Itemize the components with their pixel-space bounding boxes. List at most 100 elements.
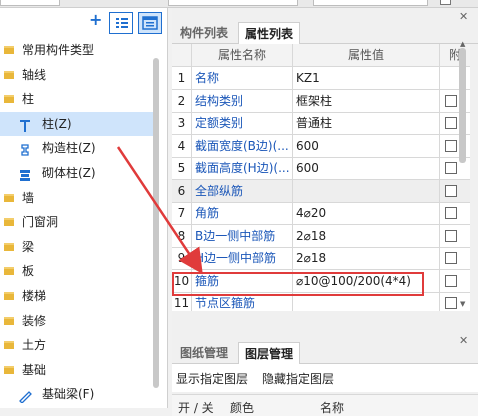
attach-checkbox[interactable] [445, 184, 457, 197]
property-value[interactable]: KZ1 [293, 67, 440, 90]
property-value[interactable]: 600 [293, 157, 440, 180]
table-row[interactable]: 8 B边一侧中部筋 2⌀18 [172, 224, 470, 248]
tree-item-label: 柱 [22, 92, 35, 107]
row-index: 4 [172, 134, 192, 158]
tree-item[interactable]: 门窗洞 [0, 210, 154, 234]
table-row[interactable]: 5 截面高度(H边)(... 600 [172, 157, 470, 180]
property-value[interactable]: 2⌀18 [293, 247, 440, 270]
row-index: 8 [172, 224, 192, 248]
extra-cell [440, 180, 470, 203]
tree-item[interactable]: 柱 [0, 87, 154, 111]
header-name: 属性名称 [192, 44, 293, 67]
row-index: 2 [172, 89, 192, 113]
folder-icon [4, 341, 14, 350]
top-field-3[interactable] [313, 0, 428, 6]
extra-cell [440, 270, 470, 293]
list-view-button[interactable] [109, 12, 133, 34]
detail-view-icon [142, 16, 158, 30]
tree-item[interactable]: 梁 [0, 235, 154, 259]
tree-item[interactable]: 土方 [0, 333, 154, 357]
row-index: 7 [172, 202, 192, 225]
tree-item-label: 柱(Z) [42, 116, 72, 131]
tab-property-list[interactable]: 属性列表 [238, 22, 301, 44]
property-name: 角筋 [192, 202, 293, 225]
top-checkbox[interactable] [440, 0, 451, 5]
attach-checkbox[interactable] [445, 139, 457, 152]
table-row[interactable]: 9 H边一侧中部筋 2⌀18 [172, 247, 470, 270]
show-layer-button[interactable]: 显示指定图层 [176, 370, 248, 387]
tree-item[interactable]: 基础 [0, 358, 154, 382]
tab-drawing-management[interactable]: 图纸管理 [174, 342, 234, 364]
row-index: 5 [172, 157, 192, 180]
property-value[interactable] [293, 179, 440, 203]
hide-layer-button[interactable]: 隐藏指定图层 [262, 370, 334, 387]
tree-item-label: 墙 [22, 190, 35, 205]
row-index: 6 [172, 179, 192, 203]
tab-component-list[interactable]: 构件列表 [174, 22, 234, 44]
grid-header: 属性名称 属性值 附 [172, 44, 470, 67]
tree-item[interactable]: 常用构件类型 [0, 38, 154, 62]
tree-item[interactable]: 楼梯 [0, 284, 154, 308]
attach-checkbox[interactable] [445, 207, 457, 219]
row-index: 9 [172, 247, 192, 270]
attach-checkbox[interactable] [445, 297, 457, 309]
attach-checkbox[interactable] [445, 274, 457, 287]
attach-checkbox[interactable] [445, 252, 457, 264]
tree-scrollbar[interactable] [153, 58, 159, 388]
table-row[interactable]: 2 结构类别 框架柱 [172, 89, 470, 113]
attach-checkbox[interactable] [445, 117, 457, 129]
extra-cell [440, 225, 470, 248]
attach-checkbox[interactable] [445, 94, 457, 107]
property-value[interactable]: 600 [293, 134, 440, 158]
table-row[interactable]: 4 截面宽度(B边)(... 600 [172, 134, 470, 158]
attach-checkbox[interactable] [445, 229, 457, 242]
tree-item[interactable]: 轴线 [0, 63, 154, 87]
tree-item[interactable]: 板 [0, 259, 154, 283]
folder-icon [4, 70, 14, 79]
bottom-tabs: 图纸管理 图层管理 [172, 342, 478, 364]
tab-layer-management[interactable]: 图层管理 [238, 342, 301, 364]
tree-item-label: 轴线 [22, 67, 47, 82]
layer-actions: 显示指定图层 隐藏指定图层 [172, 364, 478, 392]
row-index: 3 [172, 112, 192, 135]
scroll-down-icon[interactable]: ▼ [460, 300, 465, 308]
top-field-1[interactable] [0, 0, 60, 6]
folder-icon [4, 267, 14, 276]
folder-icon [4, 193, 14, 202]
folder-icon [4, 95, 14, 104]
property-name: 定额类别 [192, 112, 293, 135]
property-value[interactable]: 4⌀20 [293, 202, 440, 225]
tree-item[interactable]: 柱(Z) [0, 111, 154, 136]
extra-cell [440, 202, 470, 225]
tree-item[interactable]: 基础梁(F) [0, 382, 154, 406]
tree-item[interactable]: 构造柱(Z) [0, 136, 154, 160]
property-value[interactable]: 框架柱 [293, 89, 440, 113]
top-field-2[interactable] [168, 0, 298, 6]
detail-view-button[interactable] [138, 12, 162, 34]
grid-scrollbar[interactable] [459, 48, 466, 163]
tree-item[interactable]: 墙 [0, 186, 154, 210]
property-name: 全部纵筋 [192, 179, 293, 203]
property-name: B边一侧中部筋 [192, 224, 293, 248]
table-row[interactable]: 3 定额类别 普通柱 [172, 112, 470, 135]
add-icon[interactable]: + [89, 12, 103, 28]
tree-item-label: 构造柱(Z) [42, 141, 96, 156]
property-name: H边一侧中部筋 [192, 247, 293, 270]
folder-icon [4, 46, 14, 54]
top-toolbar-strip [0, 0, 478, 8]
table-row[interactable]: 6 全部纵筋 [172, 179, 470, 203]
property-value[interactable]: 2⌀18 [293, 224, 440, 248]
attach-checkbox[interactable] [445, 162, 457, 174]
property-name: 截面宽度(B边)(... [192, 134, 293, 158]
tree-item[interactable]: 砌体柱(Z) [0, 161, 154, 185]
property-grid: 属性名称 属性值 附 1 名称 KZ1 2 结构类别 框架柱 3 定额类别 普通柱 4 截面宽度(B… [172, 44, 470, 311]
highlight-box [172, 272, 424, 296]
scroll-up-icon[interactable]: ▲ [460, 40, 465, 48]
tree-item-label: 常用构件类型 [22, 43, 95, 57]
property-value[interactable]: 普通柱 [293, 112, 440, 135]
extra-cell [440, 292, 470, 311]
table-row[interactable]: 1 名称 KZ1 [172, 67, 470, 90]
table-row[interactable]: 7 角筋 4⌀20 [172, 202, 470, 225]
tree-item[interactable]: 装修 [0, 309, 154, 333]
property-name: 名称 [192, 67, 293, 90]
